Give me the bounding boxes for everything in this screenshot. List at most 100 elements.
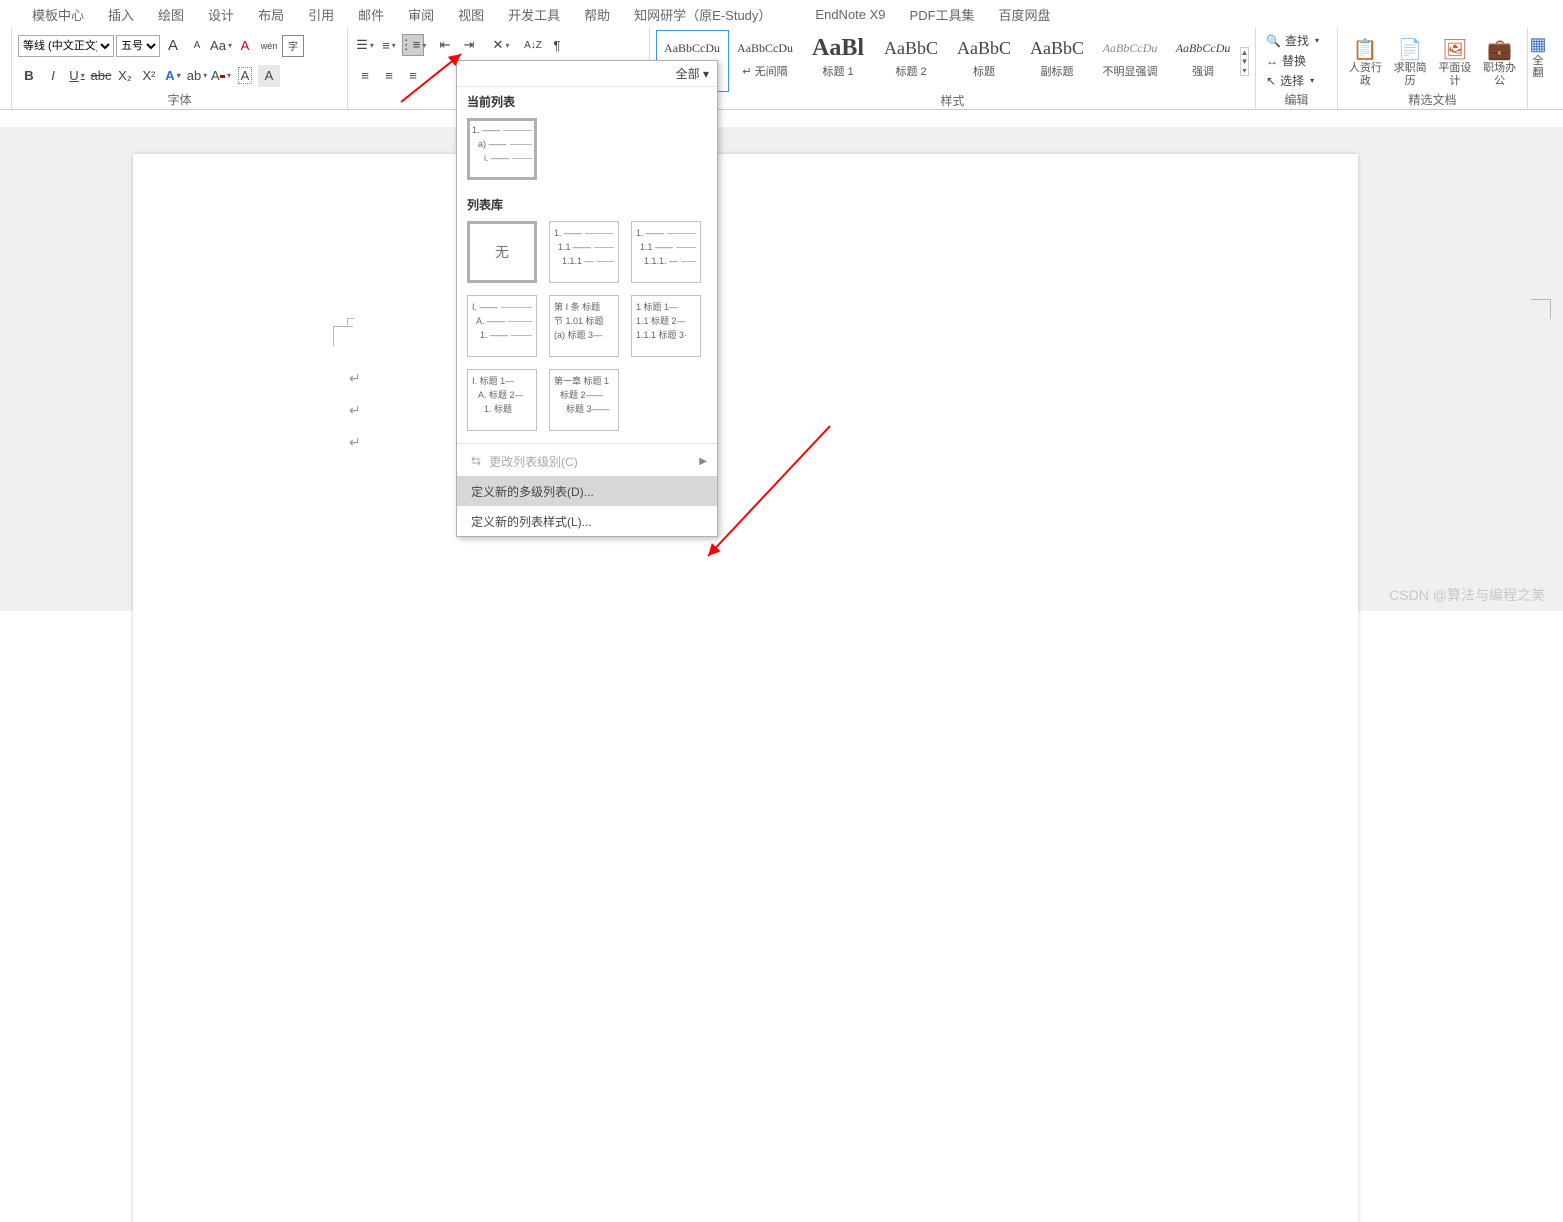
style-heading2[interactable]: AaBbC标题 2	[875, 30, 948, 92]
list-lib-4[interactable]: 第 Ⅰ 条 标题 节 1.01 标题 (a) 标题 3—	[549, 295, 619, 357]
tab-draw[interactable]: 绘图	[146, 1, 196, 28]
decrease-indent-button[interactable]: ⇤	[434, 34, 456, 56]
tab-layout[interactable]: 布局	[246, 1, 296, 28]
group-editing: 🔍查找▾ ↔替换 ↖选择▾ 编辑	[1256, 28, 1338, 109]
increase-indent-button[interactable]: ⇥	[458, 34, 480, 56]
translate-all-button[interactable]: ▦ 全翻	[1528, 28, 1548, 79]
italic-button[interactable]: I	[42, 65, 64, 87]
style-title[interactable]: AaBbC标题	[948, 30, 1021, 92]
tab-reference[interactable]: 引用	[296, 1, 346, 28]
align-center-button[interactable]: ≡	[378, 64, 400, 86]
decrease-font-icon[interactable]: A	[186, 35, 208, 57]
group-label-editing: 编辑	[1256, 91, 1337, 107]
menu-tabs: 模板中心 插入 绘图 设计 布局 引用 邮件 审阅 视图 开发工具 帮助 知网研…	[0, 0, 1563, 28]
underline-button[interactable]: U	[66, 65, 88, 87]
list-lib-3[interactable]: I. —— A. —— 1. ——	[467, 295, 537, 357]
list-lib-2[interactable]: 1. —— 1.1 —— 1.1.1. —	[631, 221, 701, 283]
search-icon: 🔍	[1266, 34, 1281, 48]
style-subtitle[interactable]: AaBbC副标题	[1021, 30, 1094, 92]
strike-button[interactable]: abc	[90, 65, 112, 87]
doc-hr[interactable]: 📋人资行政	[1344, 30, 1387, 91]
style-heading1[interactable]: AaBl标题 1	[802, 30, 875, 92]
define-new-list-style-item[interactable]: 定义新的列表样式(L)...	[457, 506, 717, 536]
tab-help[interactable]: 帮助	[572, 1, 622, 28]
superscript-button[interactable]: X²	[138, 65, 160, 87]
align-left-button[interactable]: ≡	[354, 64, 376, 86]
paragraph-mark: ↵	[349, 434, 361, 451]
margin-corner-tl	[347, 318, 354, 325]
list-lib-5[interactable]: 1 标题 1— 1.1 标题 2— 1.1.1 标题 3·	[631, 295, 701, 357]
styles-scroll[interactable]: ▲ ▼ ▾	[1240, 47, 1250, 76]
subscript-button[interactable]: X₂	[114, 65, 136, 87]
text-direction-button[interactable]: ✕	[490, 34, 512, 56]
paragraph-mark: ↵	[349, 402, 361, 419]
char-shade-button[interactable]: A	[258, 65, 280, 87]
doc-resume[interactable]: 📄求职简历	[1389, 30, 1432, 91]
enclose-chars-button[interactable]: 字	[282, 35, 304, 57]
group-label-styles: 样式	[650, 92, 1255, 108]
list-lib-7[interactable]: 第一章 标题 1 标题 2—— 标题 3——	[549, 369, 619, 431]
styles-expand-icon[interactable]: ▾	[1241, 66, 1249, 75]
style-subtle-emphasis[interactable]: AaBbCcDu不明显强调	[1094, 30, 1167, 92]
styles-up-icon[interactable]: ▲	[1241, 48, 1249, 57]
doc-office[interactable]: 💼职场办公	[1478, 30, 1521, 91]
font-color-button[interactable]: A	[210, 65, 232, 87]
show-marks-button[interactable]: ¶	[546, 34, 568, 56]
align-right-button[interactable]: ≡	[402, 64, 424, 86]
tab-review[interactable]: 审阅	[396, 1, 446, 28]
tab-endnote[interactable]: EndNote X9	[803, 3, 897, 26]
find-button[interactable]: 🔍查找▾	[1262, 31, 1331, 51]
multilevel-list-button[interactable]: ⋮≡	[402, 34, 424, 56]
page[interactable]: ↵ ↵ ↵	[133, 154, 1358, 1222]
doc-icon: 📋	[1344, 36, 1387, 62]
tab-design[interactable]: 设计	[196, 1, 246, 28]
select-button[interactable]: ↖选择▾	[1262, 71, 1331, 91]
highlight-button[interactable]: ab	[186, 65, 208, 87]
tab-mail[interactable]: 邮件	[346, 1, 396, 28]
change-list-level-item: ⇆ 更改列表级别(C) ▶	[457, 446, 717, 476]
chevron-right-icon: ▶	[699, 456, 707, 467]
doc-icon: 📄	[1389, 36, 1432, 62]
tab-view[interactable]: 视图	[446, 1, 496, 28]
cursor-icon: ↖	[1266, 74, 1276, 88]
change-case-button[interactable]: Aa	[210, 35, 232, 57]
sort-button[interactable]: A↓Z	[522, 34, 544, 56]
indent-icon: ⇆	[471, 454, 481, 468]
char-circle-button[interactable]: A	[234, 65, 256, 87]
increase-font-icon[interactable]: A	[162, 35, 184, 57]
style-emphasis[interactable]: AaBbCcDu强调	[1167, 30, 1240, 92]
tab-devtools[interactable]: 开发工具	[496, 1, 572, 28]
tab-pdftools[interactable]: PDF工具集	[898, 1, 987, 28]
group-label-docs: 精选文档	[1338, 91, 1527, 107]
margin-corner	[333, 326, 353, 346]
style-nospacing[interactable]: AaBbCcDu↵ 无间隔	[729, 30, 802, 92]
tab-baidudisk[interactable]: 百度网盘	[987, 1, 1063, 28]
doc-design[interactable]: 🖼平面设计	[1434, 30, 1477, 91]
tab-cnki[interactable]: 知网研学（原E-Study）	[622, 1, 783, 28]
styles-gallery: AaBbCcDu↵ 正文 AaBbCcDu↵ 无间隔 AaBl标题 1 AaBb…	[656, 30, 1240, 92]
phonetic-guide-button[interactable]: wén	[258, 35, 280, 57]
group-translate: ▦ 全翻	[1528, 28, 1558, 109]
bullets-button[interactable]: ☰	[354, 34, 376, 56]
define-new-multilevel-list-item[interactable]: 定义新的多级列表(D)...	[457, 476, 717, 506]
translate-icon: ▦	[1528, 34, 1548, 55]
group-featured-docs: 📋人资行政 📄求职简历 🖼平面设计 💼职场办公 精选文档	[1338, 28, 1528, 109]
tab-insert[interactable]: 插入	[96, 1, 146, 28]
tab-template[interactable]: 模板中心	[20, 1, 96, 28]
popup-section-current: 当前列表	[457, 87, 717, 114]
list-none-thumb[interactable]: 无	[467, 221, 537, 283]
list-lib-6[interactable]: Ⅰ. 标题 1— A. 标题 2— 1. 标题	[467, 369, 537, 431]
list-lib-1[interactable]: 1. —— 1.1 —— 1.1.1 —	[549, 221, 619, 283]
styles-down-icon[interactable]: ▼	[1241, 57, 1249, 66]
font-size-select[interactable]: 五号	[116, 35, 160, 57]
current-list-thumb[interactable]: 1. —— a) —— i. ——	[467, 118, 537, 180]
margin-corner-tr	[1531, 299, 1551, 319]
font-name-select[interactable]: 等线 (中文正文)	[18, 35, 114, 57]
popup-all-dropdown[interactable]: 全部 ▾	[457, 61, 717, 87]
numbering-button[interactable]: ≡	[378, 34, 400, 56]
clear-format-button[interactable]: A	[234, 35, 256, 57]
text-effects-button[interactable]: A	[162, 65, 184, 87]
bold-button[interactable]: B	[18, 65, 40, 87]
replace-button[interactable]: ↔替换	[1262, 51, 1331, 71]
paragraph-mark: ↵	[349, 370, 361, 387]
